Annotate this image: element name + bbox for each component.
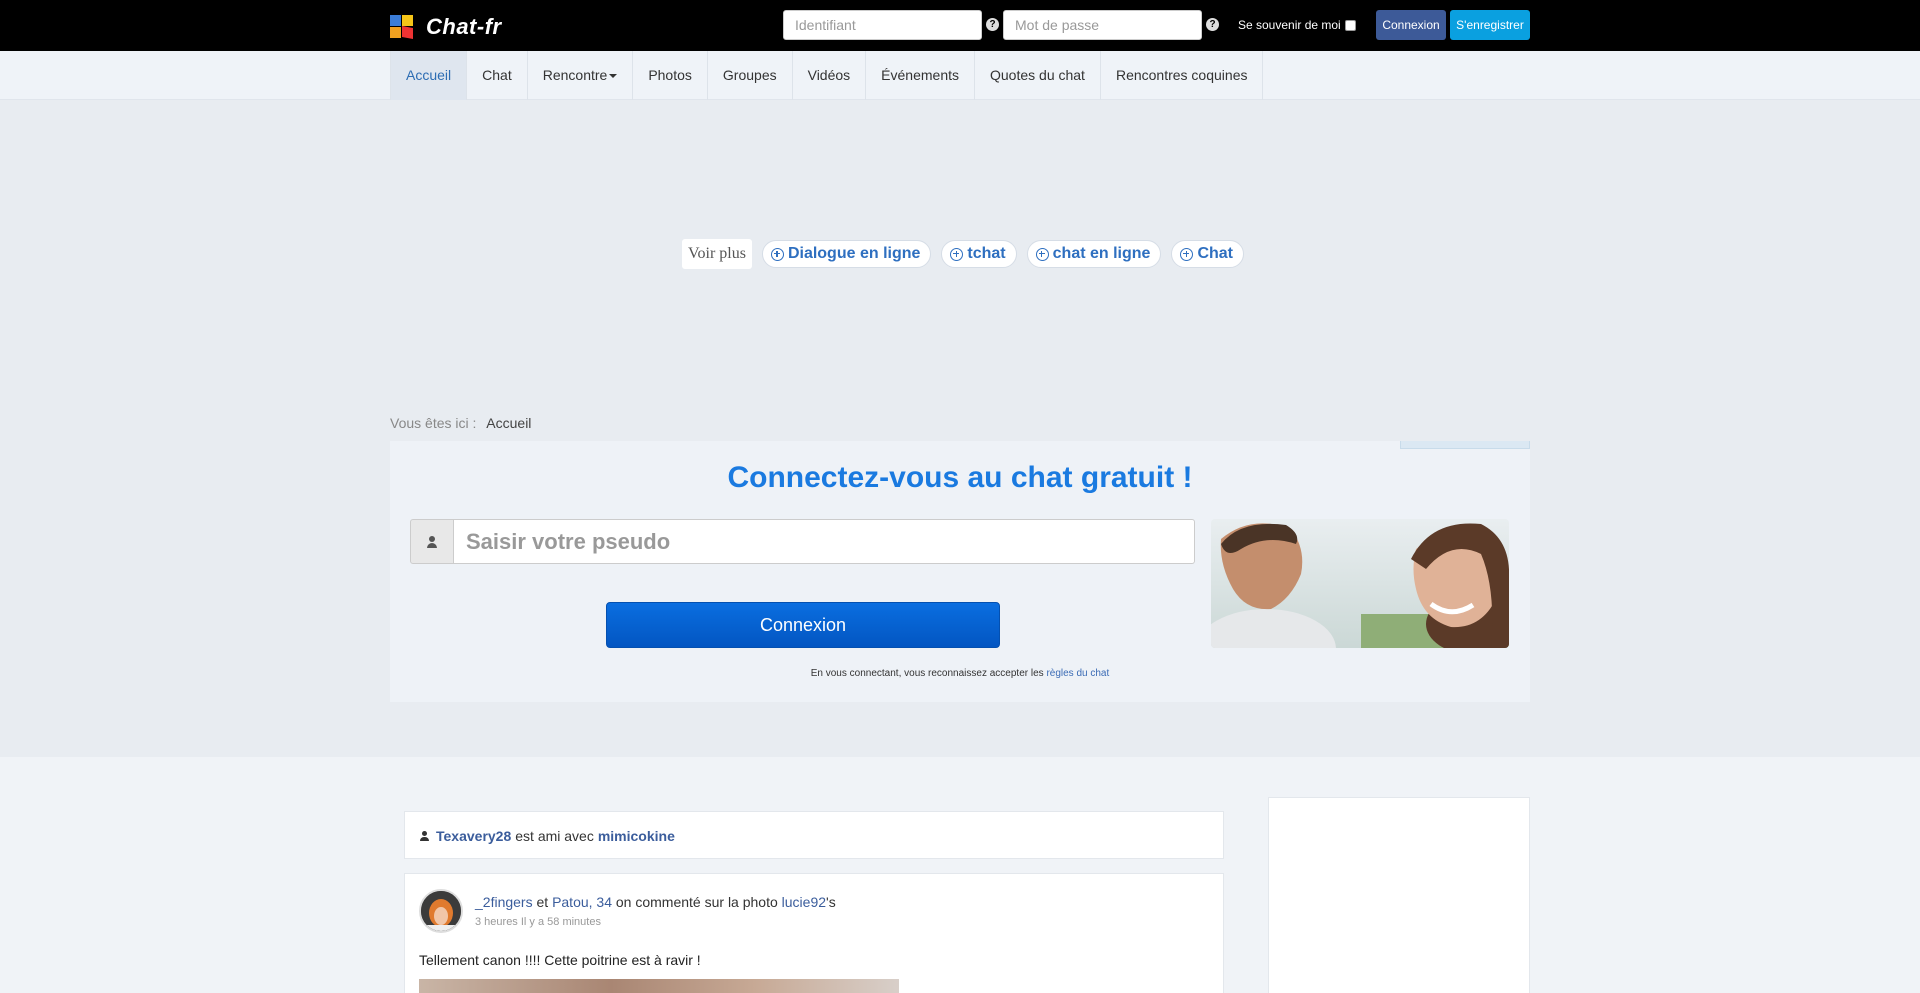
friendship-notice: Texavery28 est ami avec mimicokine xyxy=(404,811,1224,859)
sidebar-box xyxy=(1268,797,1530,993)
caret-down-icon xyxy=(609,74,618,79)
post-photo-owner[interactable]: lucie92 xyxy=(782,894,826,910)
main-nav: Accueil Chat Rencontre Photos Groupes Vidéos É… xyxy=(0,51,1920,100)
pseudo-input[interactable] xyxy=(454,519,1195,564)
chip-dialogue-en-ligne[interactable]: Dialogue en ligne xyxy=(761,240,932,268)
plus-circle-icon xyxy=(950,247,964,261)
password-help-icon[interactable]: ? xyxy=(1206,18,1219,31)
terms-notice: En vous connectant, vous reconnaissez ac… xyxy=(810,668,1110,679)
chat-login-button[interactable]: Connexion xyxy=(606,602,1000,648)
remember-me: Se souvenir de moi xyxy=(1238,18,1356,32)
nav-item-photos[interactable]: Photos xyxy=(633,51,708,100)
notice-connector: est ami avec xyxy=(515,828,594,844)
chip-chat[interactable]: Chat xyxy=(1171,240,1244,268)
photo-comment-post: _2fingers et Patou, 34 on commenté sur l… xyxy=(404,873,1224,993)
pseudo-addon xyxy=(410,519,454,564)
nav-item-quotes-du-chat[interactable]: Quotes du chat xyxy=(975,51,1101,100)
user-icon xyxy=(426,535,438,548)
header-login-button[interactable]: Connexion xyxy=(1376,10,1446,40)
nav-item-rencontre[interactable]: Rencontre xyxy=(528,51,634,100)
nav-item-vidéos[interactable]: Vidéos xyxy=(793,51,867,100)
post-photo[interactable] xyxy=(419,979,899,993)
breadcrumb-current[interactable]: Accueil xyxy=(486,415,531,431)
ad-links: Voir plus Dialogue en ligne tchat chat e… xyxy=(682,239,1244,269)
breadcrumb-label: Vous êtes ici : xyxy=(390,415,477,431)
couple-image xyxy=(1211,519,1509,648)
register-button[interactable]: S'enregistrer xyxy=(1450,10,1530,40)
breadcrumb: Vous êtes ici : Accueil xyxy=(390,415,531,431)
chat-login-panel: Connectez-vous au chat gratuit ! Connexi… xyxy=(390,441,1530,702)
chip-chat-en-ligne[interactable]: chat en ligne xyxy=(1026,240,1162,268)
logo-text: Chat-fr xyxy=(426,14,502,39)
post-comment-text: Tellement canon !!!! Cette poitrine est … xyxy=(419,952,701,968)
voir-plus-label: Voir plus xyxy=(682,239,752,269)
post-timestamp: 3 heures Il y a 58 minutes xyxy=(475,916,601,928)
notice-user1[interactable]: Texavery28 xyxy=(436,828,511,844)
post-user2[interactable]: Patou, 34 xyxy=(552,894,612,910)
nav-item-rencontres-coquines[interactable]: Rencontres coquines xyxy=(1101,51,1264,100)
panel-tab xyxy=(1400,441,1530,449)
plus-circle-icon xyxy=(770,247,784,261)
site-logo[interactable]: Chat-fr xyxy=(390,14,502,40)
panel-title: Connectez-vous au chat gratuit ! xyxy=(727,461,1193,494)
logo-icon xyxy=(390,15,414,39)
remember-me-label: Se souvenir de moi xyxy=(1238,18,1341,32)
chat-rules-link[interactable]: règles du chat xyxy=(1046,668,1109,679)
notice-user2[interactable]: mimicokine xyxy=(598,828,675,844)
user-icon xyxy=(420,831,429,841)
top-bar: Chat-fr ? ? Se souvenir de moi Connexion… xyxy=(0,0,1920,51)
username-input[interactable] xyxy=(783,10,982,40)
post-header: _2fingers et Patou, 34 on commenté sur l… xyxy=(475,894,836,910)
nav-item-groupes[interactable]: Groupes xyxy=(708,51,793,100)
password-input[interactable] xyxy=(1003,10,1202,40)
chip-tchat[interactable]: tchat xyxy=(941,240,1017,268)
plus-circle-icon xyxy=(1180,247,1194,261)
plus-circle-icon xyxy=(1035,247,1049,261)
username-help-icon[interactable]: ? xyxy=(986,18,999,31)
avatar[interactable] xyxy=(419,889,463,933)
nav-item-accueil[interactable]: Accueil xyxy=(390,51,468,100)
nav-item-chat[interactable]: Chat xyxy=(467,51,528,100)
pseudo-group xyxy=(410,519,1195,564)
nav-item-événements[interactable]: Événements xyxy=(866,51,975,100)
post-user1[interactable]: _2fingers xyxy=(475,894,533,910)
remember-me-checkbox[interactable] xyxy=(1344,19,1356,31)
